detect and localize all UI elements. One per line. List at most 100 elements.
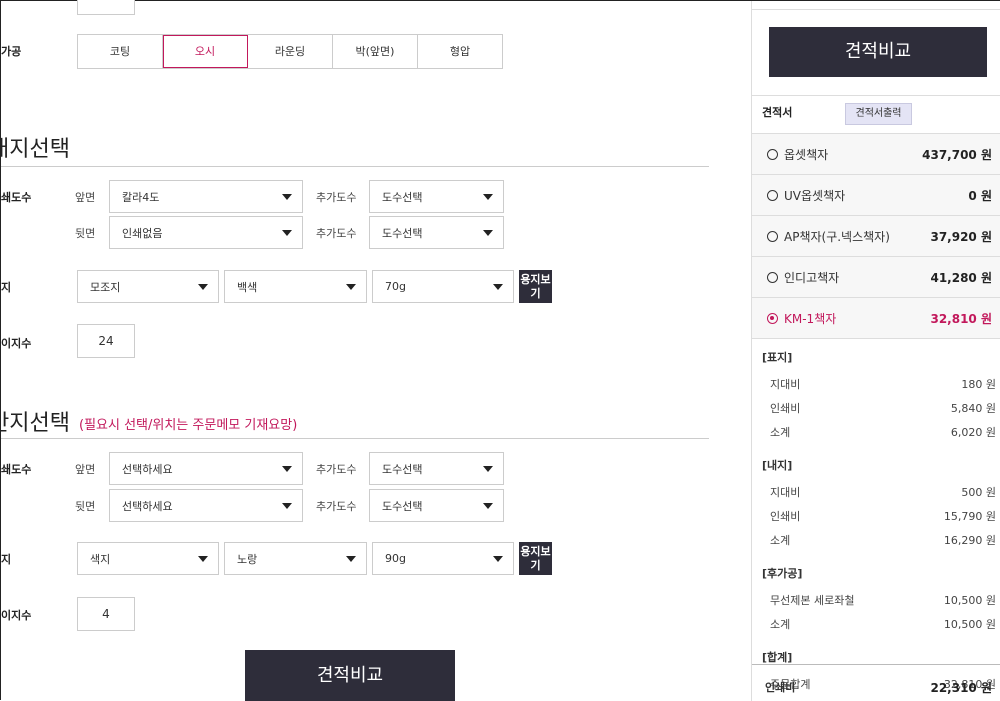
insert-front-select[interactable]: 선택하세요 <box>109 452 303 485</box>
chevron-down-icon <box>282 229 292 236</box>
radio-icon[interactable] <box>767 189 778 201</box>
panel-top-divider <box>752 9 1000 10</box>
chevron-down-icon <box>483 229 493 236</box>
footer-value: 22,310 원 <box>930 681 992 695</box>
insert-front-label: 앞면 <box>75 463 96 476</box>
inner-front-select[interactable]: 칼라4도 <box>109 180 303 213</box>
insert-back-select[interactable]: 선택하세요 <box>109 489 303 522</box>
chevron-down-icon <box>346 283 356 290</box>
chevron-down-icon <box>346 555 356 562</box>
compare-button[interactable]: 견적비교 <box>245 650 455 701</box>
footer-label: 인쇄비 <box>765 681 796 694</box>
inner-paper-type-select[interactable]: 모조지 <box>77 270 219 303</box>
estimate-row-km1[interactable]: KM-1책자 32,810 원 <box>752 298 1000 339</box>
finishing-option-foil[interactable]: 박(앞면) <box>333 35 418 68</box>
estimate-name: UV옵셋책자 <box>784 188 846 203</box>
top-qty-input[interactable] <box>77 0 135 15</box>
breakdown-line: 지대비 500 원 <box>770 486 996 499</box>
inner-front-extra-select[interactable]: 도수선택 <box>369 180 504 213</box>
breakdown-line: 소계 6,020 원 <box>770 426 996 439</box>
insert-note: (필요시 선택/위치는 주문메모 기재요망) <box>79 418 298 433</box>
inner-paper-weight-select[interactable]: 70g <box>372 270 514 303</box>
inner-paper-weight-value: 70g <box>385 280 406 293</box>
inner-paper-type-value: 모조지 <box>90 280 121 294</box>
radio-icon[interactable] <box>767 230 778 242</box>
chevron-down-icon <box>483 465 493 472</box>
estimate-price: 437,700 원 <box>922 147 992 162</box>
breakdown-line: 인쇄비 15,790 원 <box>770 510 996 523</box>
breakdown-line: 소계 16,290 원 <box>770 534 996 547</box>
insert-back-label: 뒷면 <box>75 500 96 513</box>
cost-breakdown: [표지] 지대비 180 원 인쇄비 5,840 원 소계 6,020 원 [내지] … <box>762 349 996 692</box>
inner-front-label: 앞면 <box>75 191 96 204</box>
chevron-down-icon <box>198 283 208 290</box>
insert-front-extra-select[interactable]: 도수선택 <box>369 452 504 485</box>
finishing-options: 코팅 오시 라운딩 박(앞면) 형압 <box>77 34 503 69</box>
inner-paper-color-value: 백색 <box>237 280 258 294</box>
inner-pages-input[interactable]: 24 <box>77 324 135 358</box>
panel-footer-divider <box>752 664 1000 665</box>
chevron-down-icon <box>483 502 493 509</box>
inner-section-title: 내지선택 <box>0 137 70 162</box>
breakdown-line: 인쇄비 5,840 원 <box>770 402 996 415</box>
chevron-down-icon <box>282 465 292 472</box>
insert-paper-color-value: 노랑 <box>237 552 258 566</box>
breakdown-line: 무선제본 세로좌철 10,500 원 <box>770 594 996 607</box>
estimate-row-ap[interactable]: AP책자(구.넥스책자) 37,920 원 <box>752 216 1000 257</box>
radio-selected-icon[interactable] <box>767 312 778 324</box>
estimate-name: 인디고책자 <box>784 270 840 285</box>
inner-paper-color-select[interactable]: 백색 <box>224 270 367 303</box>
insert-section-title: 간지선택 <box>0 411 70 436</box>
insert-paper-type-select[interactable]: 색지 <box>77 542 219 575</box>
print-estimate-button[interactable]: 견적서출력 <box>845 103 912 125</box>
breakdown-head-inner: [내지] <box>762 459 793 472</box>
finishing-option-rounding[interactable]: 라운딩 <box>248 35 333 68</box>
inner-paper-view-button[interactable]: 용지보기 <box>519 270 552 303</box>
estimate-name: KM-1책자 <box>784 311 837 326</box>
chevron-down-icon <box>483 193 493 200</box>
insert-front-extra-value: 도수선택 <box>382 462 423 476</box>
estimate-row-offset[interactable]: 옵셋책자 437,700 원 <box>752 134 1000 175</box>
breakdown-head-cover: [표지] <box>762 351 793 364</box>
inner-back-extra-label: 추가도수 <box>316 227 357 240</box>
breakdown-line: 소계 10,500 원 <box>770 618 996 631</box>
insert-paper-color-select[interactable]: 노랑 <box>224 542 367 575</box>
insert-back-value: 선택하세요 <box>122 499 173 513</box>
estimate-row-uv-offset[interactable]: UV옵셋책자 0 원 <box>752 175 1000 216</box>
finishing-label: 가공 <box>1 45 22 58</box>
insert-paper-view-button[interactable]: 용지보기 <box>519 542 552 575</box>
insert-paper-weight-value: 90g <box>385 552 406 565</box>
finishing-option-coating[interactable]: 코팅 <box>78 35 163 68</box>
estimate-row-indigo[interactable]: 인디고책자 41,280 원 <box>752 257 1000 298</box>
estimate-name: AP책자(구.넥스책자) <box>784 229 890 244</box>
panel-divider <box>752 95 1000 96</box>
chevron-down-icon <box>282 502 292 509</box>
inner-back-select[interactable]: 인쇄없음 <box>109 216 303 249</box>
insert-front-extra-label: 추가도수 <box>316 463 357 476</box>
inner-back-extra-select[interactable]: 도수선택 <box>369 216 504 249</box>
estimate-price: 37,920 원 <box>930 229 992 244</box>
insert-paper-label: 지 <box>1 553 12 566</box>
radio-icon[interactable] <box>767 148 778 160</box>
panel-compare-button[interactable]: 견적비교 <box>769 27 987 77</box>
estimate-name: 옵셋책자 <box>784 147 829 162</box>
finishing-option-emboss[interactable]: 형압 <box>418 35 502 68</box>
breakdown-head-finishing: [후가공] <box>762 567 803 580</box>
inner-front-value: 칼라4도 <box>122 190 160 204</box>
inner-paper-label: 지 <box>1 281 12 294</box>
insert-print-label: 쇄도수 <box>1 463 32 476</box>
chevron-down-icon <box>493 555 503 562</box>
insert-paper-type-value: 색지 <box>90 552 111 566</box>
insert-pages-input[interactable]: 4 <box>77 597 135 631</box>
inner-back-value: 인쇄없음 <box>122 226 163 240</box>
insert-pages-label: 이지수 <box>1 609 32 622</box>
chevron-down-icon <box>493 283 503 290</box>
insert-paper-weight-select[interactable]: 90g <box>372 542 514 575</box>
radio-icon[interactable] <box>767 271 778 283</box>
finishing-option-creasing[interactable]: 오시 <box>163 35 248 68</box>
inner-print-label: 쇄도수 <box>1 191 32 204</box>
estimate-label: 견적서 <box>762 106 793 119</box>
estimate-price: 41,280 원 <box>930 270 992 285</box>
chevron-down-icon <box>198 555 208 562</box>
insert-back-extra-select[interactable]: 도수선택 <box>369 489 504 522</box>
